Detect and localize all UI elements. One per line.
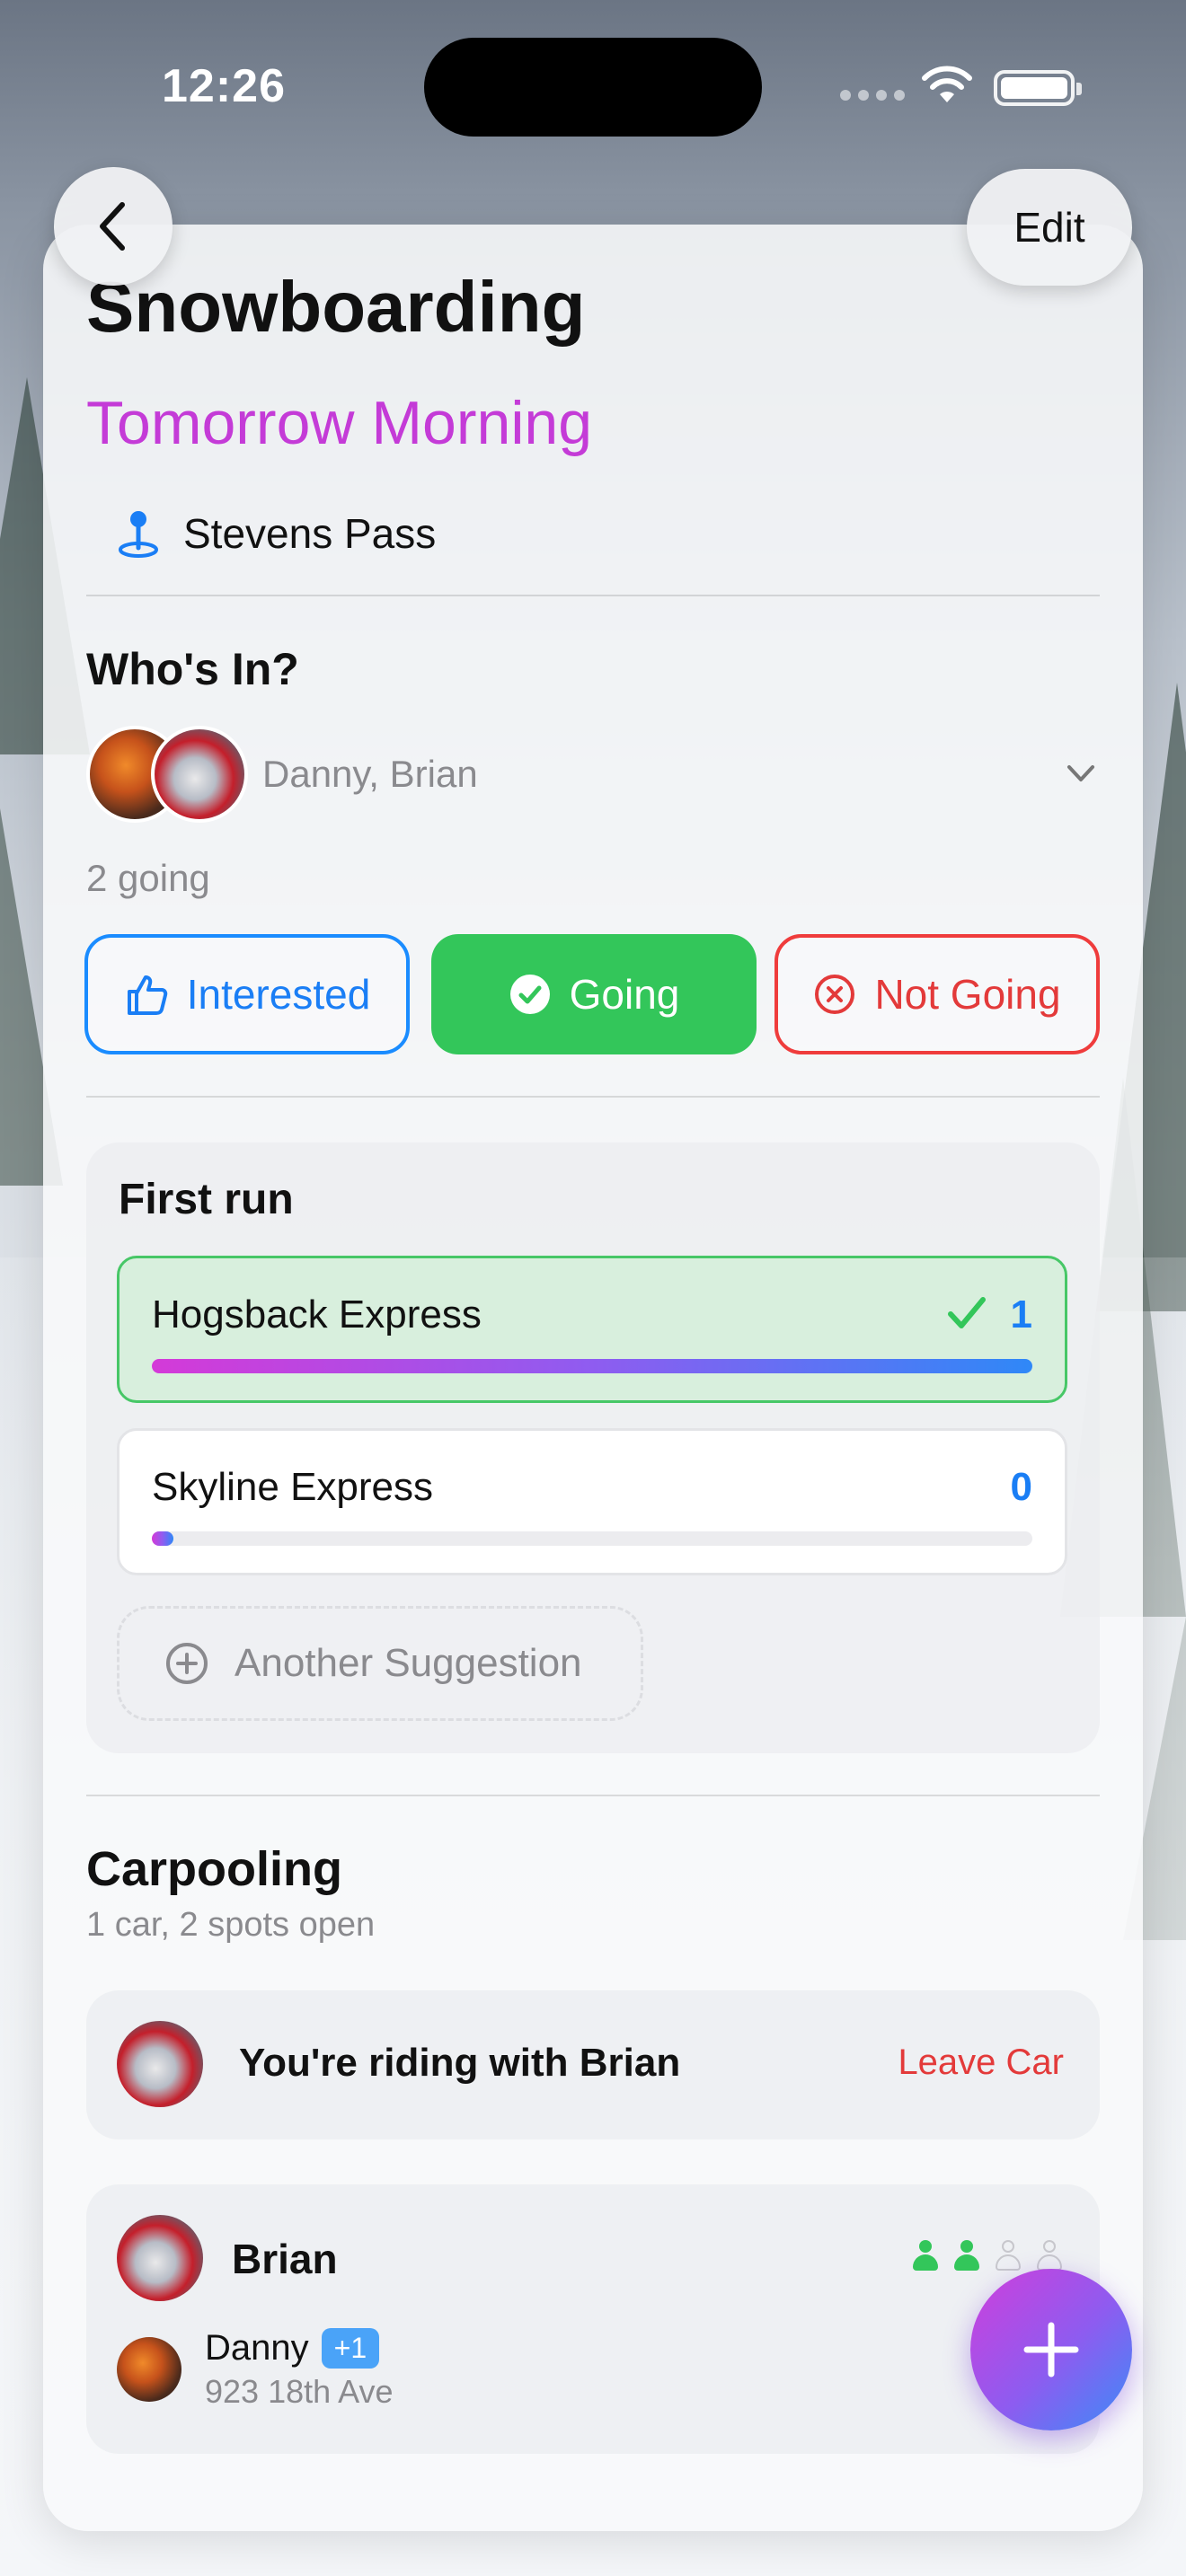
poll-option-votes: 0 — [1010, 1465, 1032, 1509]
going-count: 2 going — [86, 857, 210, 899]
attendee-names[interactable]: Danny, Brian — [262, 753, 478, 796]
current-ride-card: You're riding with Brian Leave Car — [86, 1990, 1100, 2139]
event-location[interactable]: Stevens Pass — [117, 508, 436, 559]
x-circle-icon — [815, 975, 855, 1014]
driver-name: Brian — [232, 2236, 338, 2282]
status-bar: 12:26 — [0, 0, 1186, 171]
add-suggestion-button[interactable]: Another Suggestion — [117, 1606, 643, 1721]
dynamic-island — [424, 38, 762, 137]
vote-bar-fill — [152, 1359, 1032, 1373]
car-card[interactable]: Brian Danny +1 923 18th Ave — [86, 2184, 1100, 2454]
passenger-row: Danny +1 — [205, 2328, 380, 2369]
person-icon — [911, 2240, 940, 2271]
going-button[interactable]: Going — [431, 934, 757, 1054]
interested-button[interactable]: Interested — [84, 934, 410, 1054]
not-going-label: Not Going — [874, 971, 1061, 1018]
person-icon — [1035, 2240, 1064, 2271]
passenger-name: Danny — [205, 2328, 309, 2368]
riding-with-text: You're riding with Brian — [239, 2041, 681, 2085]
seat-indicator — [911, 2240, 1064, 2271]
poll-option-skyline[interactable]: Skyline Express 0 — [117, 1428, 1067, 1575]
leave-car-button[interactable]: Leave Car — [898, 2042, 1064, 2083]
poll-title: First run — [119, 1176, 294, 1223]
divider — [86, 595, 1100, 596]
wifi-icon — [922, 66, 972, 102]
person-icon — [952, 2240, 981, 2271]
poll-option-label: Hogsback Express — [152, 1292, 482, 1337]
poll-option-votes: 1 — [1010, 1292, 1032, 1337]
vote-bar-track — [152, 1531, 1032, 1546]
person-icon — [994, 2240, 1022, 2271]
event-time: Tomorrow Morning — [86, 389, 593, 457]
checkmark-icon — [948, 1297, 986, 1328]
attendee-avatars[interactable] — [86, 726, 257, 825]
poll-option-hogsback[interactable]: Hogsback Express 1 — [117, 1256, 1067, 1403]
add-suggestion-label: Another Suggestion — [235, 1641, 582, 1685]
battery-icon — [994, 70, 1082, 106]
check-circle-icon — [509, 975, 550, 1014]
divider — [86, 1096, 1100, 1098]
add-button[interactable] — [970, 2269, 1132, 2430]
going-label: Going — [569, 971, 680, 1018]
chevron-left-icon — [100, 202, 125, 251]
plus-icon — [1023, 2322, 1079, 2378]
carpool-title: Carpooling — [86, 1842, 342, 1896]
vote-bar-track — [152, 1359, 1032, 1373]
attendance-heading: Who's In? — [86, 644, 299, 694]
poll-option-label: Skyline Express — [152, 1465, 434, 1509]
not-going-button[interactable]: Not Going — [774, 934, 1100, 1054]
guest-badge: +1 — [321, 2328, 380, 2369]
chevron-down-icon[interactable] — [1066, 758, 1096, 789]
event-title: Snowboarding — [86, 267, 586, 347]
avatar-brian — [117, 2021, 203, 2107]
carpool-summary: 1 car, 2 spots open — [86, 1906, 376, 1944]
avatar-brian — [151, 726, 248, 823]
edit-button[interactable]: Edit — [967, 169, 1132, 286]
cellular-signal-icon — [840, 90, 905, 101]
location-name: Stevens Pass — [183, 510, 437, 557]
map-pin-icon — [119, 511, 158, 558]
back-button[interactable] — [54, 167, 173, 286]
passenger-avatar — [117, 2337, 181, 2402]
passenger-address: 923 18th Ave — [205, 2373, 394, 2410]
thumbs-up-icon — [127, 975, 167, 1015]
driver-avatar — [117, 2215, 203, 2301]
status-time: 12:26 — [162, 60, 286, 112]
divider — [86, 1795, 1100, 1796]
plus-circle-icon — [166, 1643, 208, 1684]
interested-label: Interested — [186, 971, 371, 1018]
vote-bar-fill — [152, 1531, 173, 1546]
